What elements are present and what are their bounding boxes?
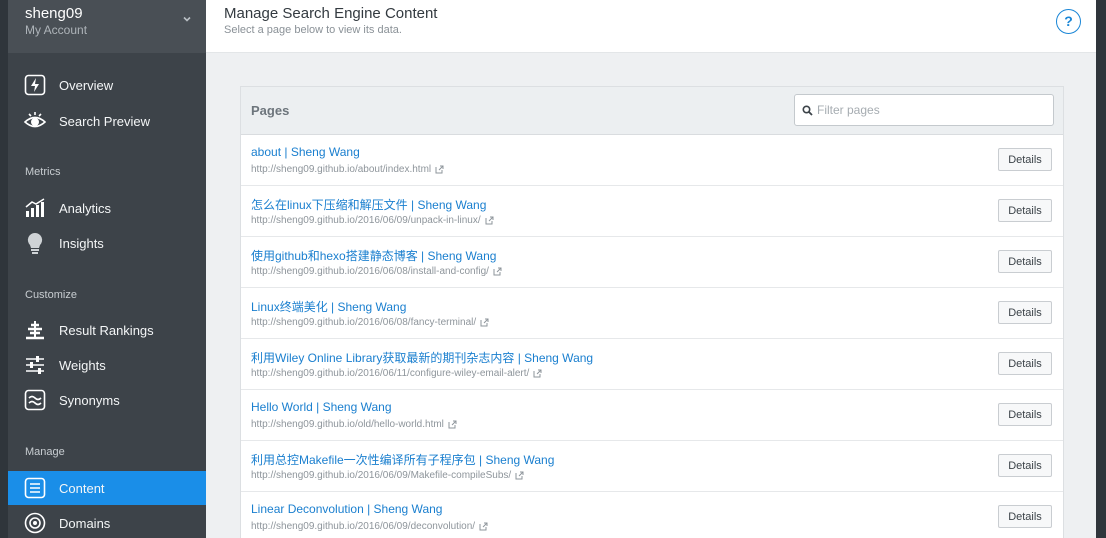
page-url-text: http://sheng09.github.io/about/index.htm…	[251, 164, 432, 175]
external-link-icon[interactable]	[479, 522, 488, 531]
sliders-icon	[24, 354, 46, 376]
sidebar-item-label: Analytics	[59, 200, 112, 216]
details-button[interactable]: Details	[998, 148, 1052, 171]
external-link-icon[interactable]	[533, 369, 542, 378]
external-link-icon[interactable]	[485, 216, 494, 225]
sidebar-item-label: Result Rankings	[59, 322, 154, 338]
page-url: http://sheng09.github.io/old/hello-world…	[251, 419, 457, 430]
target-icon	[24, 512, 46, 534]
table-row: Linear Deconvolution | Sheng Wang http://…	[241, 492, 1063, 538]
sidebar-item-label: Overview	[59, 77, 114, 93]
sidebar-item-overview[interactable]: Overview	[8, 68, 206, 102]
sidebar-item-label: Insights	[59, 235, 104, 251]
help-button[interactable]: ?	[1056, 9, 1081, 34]
sidebar-item-search-preview[interactable]: Search Preview	[8, 104, 206, 138]
external-link-icon[interactable]	[448, 420, 457, 429]
bolt-icon	[24, 74, 46, 96]
chevron-down-icon	[183, 16, 191, 22]
pages-panel-title: Pages	[251, 103, 290, 118]
page-title: Manage Search Engine Content	[224, 5, 438, 22]
table-row: Linux终端美化 | Sheng Wang http://sheng09.git…	[241, 288, 1063, 339]
page-title-link[interactable]: Linear Deconvolution | Sheng Wang	[251, 502, 442, 516]
account-subtitle: My Account	[25, 23, 88, 37]
page-url: http://sheng09.github.io/2016/06/09/Make…	[251, 470, 524, 481]
sidebar-item-label: Domains	[59, 515, 111, 531]
page-url-text: http://sheng09.github.io/2016/06/11/conf…	[251, 368, 530, 379]
details-button[interactable]: Details	[998, 199, 1052, 222]
pages-panel: Pages about | Sheng Wang http://sheng09.g…	[240, 86, 1064, 538]
details-button[interactable]: Details	[998, 403, 1052, 426]
page-title-link[interactable]: 利用Wiley Online Library获取最新的期刊杂志内容 | Shen…	[251, 349, 593, 366]
sidebar-item-weights[interactable]: Weights	[8, 348, 206, 382]
sidebar-item-content[interactable]: Content	[8, 471, 206, 505]
page-subtitle: Select a page below to view its data.	[224, 24, 402, 36]
page-title-link[interactable]: Linux终端美化 | Sheng Wang	[251, 298, 406, 315]
scrollbar[interactable]	[1096, 0, 1106, 538]
page-title-link[interactable]: 怎么在linux下压缩和解压文件 | Sheng Wang	[251, 196, 486, 213]
filter-pages-box	[794, 94, 1054, 126]
external-link-icon[interactable]	[493, 267, 502, 276]
table-row: 利用Wiley Online Library获取最新的期刊杂志内容 | Shen…	[241, 339, 1063, 390]
sidebar-item-insights[interactable]: Insights	[8, 226, 206, 260]
page-header: Manage Search Engine Content Select a pa…	[206, 0, 1106, 53]
page-url: http://sheng09.github.io/2016/06/08/inst…	[251, 266, 502, 277]
details-button[interactable]: Details	[998, 301, 1052, 324]
page-url: http://sheng09.github.io/2016/06/09/deco…	[251, 521, 488, 532]
external-link-icon[interactable]	[515, 471, 524, 480]
sidebar-item-domains[interactable]: Domains	[8, 506, 206, 538]
details-button[interactable]: Details	[998, 505, 1052, 528]
page-title-link[interactable]: Hello World | Sheng Wang	[251, 400, 392, 414]
page-url-text: http://sheng09.github.io/2016/06/08/inst…	[251, 266, 489, 277]
account-switcher[interactable]: sheng09 My Account	[8, 0, 206, 53]
page-url-text: http://sheng09.github.io/old/hello-world…	[251, 419, 444, 430]
content-icon	[24, 477, 46, 499]
details-button[interactable]: Details	[998, 352, 1052, 375]
account-name: sheng09	[25, 5, 83, 22]
rankings-icon	[24, 319, 46, 341]
page-url: http://sheng09.github.io/2016/06/09/unpa…	[251, 215, 494, 226]
table-row: Hello World | Sheng Wang http://sheng09.g…	[241, 390, 1063, 441]
section-label-customize: Customize	[25, 289, 77, 301]
details-button[interactable]: Details	[998, 250, 1052, 273]
sidebar-item-label: Content	[59, 480, 105, 496]
section-label-manage: Manage	[25, 446, 65, 458]
sidebar-item-label: Synonyms	[59, 392, 120, 408]
table-row: 利用总控Makefile一次性编译所有子程序包 | Sheng Wang http…	[241, 441, 1063, 492]
page-url: http://sheng09.github.io/2016/06/11/conf…	[251, 368, 542, 379]
lightbulb-icon	[24, 232, 46, 254]
bar-chart-icon	[24, 197, 46, 219]
page-url-text: http://sheng09.github.io/2016/06/08/fanc…	[251, 317, 477, 328]
search-icon	[802, 105, 813, 116]
page-url-text: http://sheng09.github.io/2016/06/09/unpa…	[251, 215, 481, 226]
sidebar-item-synonyms[interactable]: Synonyms	[8, 383, 206, 417]
external-link-icon[interactable]	[435, 165, 444, 174]
page-url: http://sheng09.github.io/about/index.htm…	[251, 164, 444, 175]
table-row: 使用github和hexo搭建静态博客 | Sheng Wang http://s…	[241, 237, 1063, 288]
window-edge	[0, 0, 8, 538]
details-button[interactable]: Details	[998, 454, 1052, 477]
filter-pages-input[interactable]	[817, 101, 1047, 119]
table-row: about | Sheng Wang http://sheng09.github.…	[241, 135, 1063, 186]
sidebar: sheng09 My Account Overview Search Previ…	[8, 0, 206, 538]
sidebar-item-result-rankings[interactable]: Result Rankings	[8, 313, 206, 347]
eye-icon	[24, 110, 46, 132]
sidebar-item-label: Weights	[59, 357, 106, 373]
synonyms-icon	[24, 389, 46, 411]
page-url-text: http://sheng09.github.io/2016/06/09/deco…	[251, 521, 476, 532]
sidebar-item-analytics[interactable]: Analytics	[8, 191, 206, 225]
external-link-icon[interactable]	[480, 318, 489, 327]
page-title-link[interactable]: 使用github和hexo搭建静态博客 | Sheng Wang	[251, 247, 496, 264]
sidebar-item-label: Search Preview	[59, 113, 151, 129]
page-url: http://sheng09.github.io/2016/06/08/fanc…	[251, 317, 489, 328]
page-title-link[interactable]: 利用总控Makefile一次性编译所有子程序包 | Sheng Wang	[251, 451, 554, 468]
page-url-text: http://sheng09.github.io/2016/06/09/Make…	[251, 470, 512, 481]
table-row: 怎么在linux下压缩和解压文件 | Sheng Wang http://shen…	[241, 186, 1063, 237]
pages-panel-header: Pages	[241, 87, 1063, 135]
page-title-link[interactable]: about | Sheng Wang	[251, 145, 360, 159]
section-label-metrics: Metrics	[25, 166, 61, 178]
